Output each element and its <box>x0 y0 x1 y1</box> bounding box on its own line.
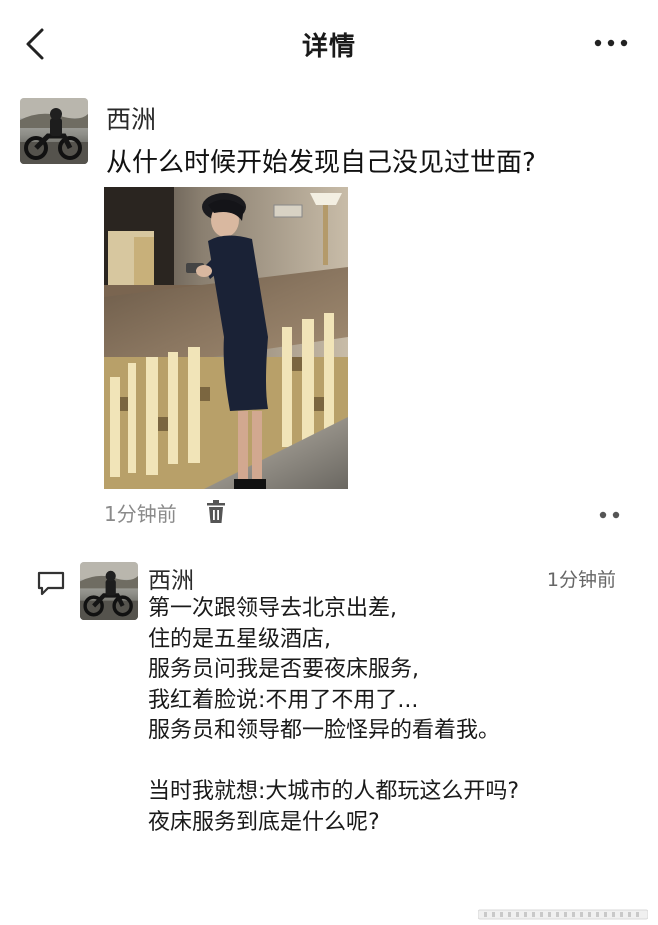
post-author-name[interactable]: 西洲 <box>106 100 156 136</box>
motorcycle-avatar-image <box>80 562 138 620</box>
post-photo[interactable] <box>104 187 348 489</box>
delete-post-button[interactable] <box>205 500 227 524</box>
motorcycle-avatar-image <box>20 98 88 164</box>
post-author-avatar[interactable] <box>20 98 88 164</box>
post-more-button[interactable] <box>598 506 622 519</box>
comment-line: 我红着脸说:不用了不用了... <box>148 687 419 713</box>
comment-line: 住的是五星级酒店, <box>148 626 331 652</box>
comment-author-avatar[interactable] <box>80 562 138 620</box>
comment-line: 服务员和领导都一脸怪异的看着我。 <box>148 718 501 743</box>
comment-bubble-icon <box>37 571 65 596</box>
more-horizontal-icon <box>594 39 628 47</box>
comment-text: 第一次跟领导去北京出差, 住的是五星级酒店, 服务员问我是否要夜床服务, 我红着… <box>148 594 618 838</box>
comment-line-blank <box>148 747 618 778</box>
post-text: 从什么时候开始发现自己没见过世面? <box>106 148 536 178</box>
comment-line: 第一次跟领导去北京出差, <box>148 596 397 621</box>
comment-timestamp: 1分钟前 <box>546 569 616 591</box>
top-bar: 详情 <box>0 0 658 88</box>
scrollbar-track <box>477 909 649 920</box>
page-title: 详情 <box>301 32 356 62</box>
horizontal-scrollbar[interactable] <box>477 906 649 920</box>
comment-line: 夜床服务到底是什么呢? <box>148 809 380 835</box>
post-timestamp: 1分钟前 <box>104 502 177 526</box>
more-dots-icon <box>599 511 620 519</box>
more-options-button[interactable] <box>594 34 628 52</box>
comment-author-name[interactable]: 西洲 <box>148 561 194 595</box>
hotel-lobby-photo <box>104 187 348 489</box>
comment-icon[interactable] <box>36 570 66 596</box>
comment-line: 当时我就想:大城市的人都玩这么开吗? <box>148 779 520 804</box>
comment-line: 服务员问我是否要夜床服务, <box>148 657 419 682</box>
trash-icon <box>207 500 225 523</box>
